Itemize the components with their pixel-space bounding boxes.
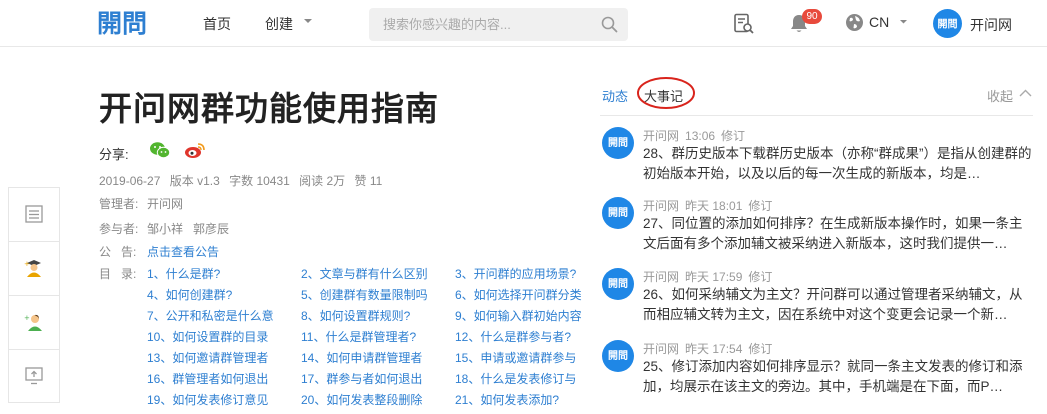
nav-home-link[interactable]: 首页: [203, 14, 231, 34]
document-search-icon[interactable]: [733, 13, 754, 34]
toc-item[interactable]: 21、如何发表添加?: [455, 391, 559, 408]
toc-item[interactable]: 19、如何发表修订意见: [147, 391, 268, 408]
avatar-logo-text: 開問: [608, 137, 628, 149]
feed-text[interactable]: 28、群历史版本下载群历史版本（亦称“群成果”）是指从创建群的初始版本开始，以及…: [643, 144, 1034, 184]
manager-label: 管理者:: [99, 197, 139, 211]
feed-author[interactable]: 开问网: [643, 129, 679, 143]
author-avatar[interactable]: 開問: [602, 340, 634, 372]
tab-dynamic[interactable]: 动态: [602, 86, 628, 105]
toc-item[interactable]: 11、什么是群管理者?: [301, 328, 416, 345]
user-name[interactable]: 开问网: [970, 15, 1012, 35]
author-avatar[interactable]: 開問: [602, 268, 634, 300]
caret-down-icon[interactable]: [898, 16, 909, 27]
author-avatar[interactable]: 開問: [602, 197, 634, 229]
toc-item[interactable]: 6、如何选择开问群分类: [455, 286, 582, 303]
feed-action: 修订: [748, 270, 773, 284]
search-box: [369, 8, 628, 41]
read-count: 阅读 2万: [299, 174, 346, 188]
notice-label: 公 告:: [99, 245, 137, 259]
toc-item[interactable]: 7、公开和私密是什么意: [147, 307, 274, 324]
article-meta: 2019-06-27 版本 v1.3 字数 10431 阅读 2万 赞 11: [99, 172, 388, 189]
feed-time: 昨天 17:54: [685, 342, 743, 356]
feed-action: 修订: [721, 129, 746, 143]
toc-item[interactable]: 1、什么是群?: [147, 265, 220, 282]
avatar-logo-text: 開問: [608, 350, 628, 362]
notification-count-badge: 90: [802, 9, 822, 24]
language-selector[interactable]: CN: [869, 14, 889, 30]
participant-apply-button[interactable]: +: [9, 296, 59, 350]
feed-text[interactable]: 26、如何采纳辅文为主文？开问群可以通过管理者采纳辅文，从而相应辅文转为主文，因…: [643, 285, 1034, 325]
feed-item-header: 开问网 昨天 17:54 修订: [643, 340, 778, 357]
feed-item-header: 开问网 昨天 18:01 修订: [643, 197, 778, 214]
globe-icon[interactable]: [845, 13, 864, 32]
feed-text[interactable]: 27、同位置的添加如何排序？在生成新版本操作时，如果一条主文后面有多个添加辅文被…: [643, 214, 1034, 254]
search-icon[interactable]: [601, 16, 618, 33]
word-count: 字数 10431: [229, 174, 290, 188]
article-title: 开问网群功能使用指南: [99, 89, 439, 128]
toc-item[interactable]: 5、创建群有数量限制吗: [301, 286, 428, 303]
avatar-logo-text: 開問: [608, 207, 628, 219]
kaiwen-logo[interactable]: 開問: [97, 8, 159, 38]
share-label: 分享:: [99, 147, 129, 162]
view-notice-link[interactable]: 点击查看公告: [147, 243, 219, 260]
feed-time: 昨天 18:01: [685, 199, 743, 213]
toc-item[interactable]: 16、群管理者如何退出: [147, 370, 268, 387]
toc-item[interactable]: 18、什么是发表修订与: [455, 370, 576, 387]
toc-item[interactable]: 9、如何输入群初始内容: [455, 307, 582, 324]
toc-item[interactable]: 12、什么是群参与者?: [455, 328, 571, 345]
nav-create-menu[interactable]: 创建: [265, 14, 293, 34]
svg-text:+: +: [24, 260, 30, 268]
catalog-button[interactable]: [9, 188, 59, 242]
feed-item-header: 开问网 13:06 修订: [643, 127, 751, 144]
toc-item[interactable]: 14、如何申请群管理者: [301, 349, 422, 366]
svg-text:+: +: [24, 314, 30, 322]
toc-item[interactable]: 20、如何发表整段删除: [301, 391, 422, 408]
export-icon: [25, 367, 43, 385]
feed-author[interactable]: 开问网: [643, 342, 679, 356]
feed-author[interactable]: 开问网: [643, 270, 679, 284]
toc-item[interactable]: 2、文章与群有什么区别: [301, 265, 428, 282]
toc-item[interactable]: 3、开问群的应用场景?: [455, 265, 576, 282]
search-input[interactable]: [383, 15, 593, 33]
weibo-icon[interactable]: [184, 141, 206, 159]
annotation-circle: [637, 77, 695, 109]
feed-time: 13:06: [685, 129, 716, 143]
export-button[interactable]: [9, 350, 59, 404]
toc-label: 目 录:: [99, 267, 137, 281]
user-avatar[interactable]: 開問: [933, 9, 962, 38]
feed-time: 昨天 17:59: [685, 270, 743, 284]
user-add-icon: +: [24, 314, 42, 331]
top-navigation-bar: 開問 首页 创建 90 CN 開問 开问网: [0, 0, 1047, 47]
participants-value[interactable]: 邹小祥 郭彦辰: [147, 220, 229, 237]
avatar-logo-text: 開問: [608, 278, 628, 290]
side-toolbar: + +: [8, 187, 60, 403]
author-avatar[interactable]: 開問: [602, 127, 634, 159]
teacher-icon: +: [24, 260, 41, 277]
feed-action: 修订: [748, 342, 773, 356]
version: 版本 v1.3: [169, 174, 220, 188]
toc-item[interactable]: 13、如何邀请群管理者: [147, 349, 268, 366]
toc-item[interactable]: 4、如何创建群?: [147, 286, 232, 303]
list-icon: [25, 205, 43, 223]
like-count: 赞 11: [354, 174, 383, 188]
chevron-up-icon[interactable]: [1019, 88, 1032, 98]
toc-item[interactable]: 17、群参与者如何退出: [301, 370, 422, 387]
feed-text[interactable]: 25、修订添加内容如何排序显示？就同一条主文发表的修订和添加，均展示在该主文的旁…: [643, 357, 1034, 397]
manager-value[interactable]: 开问网: [147, 195, 183, 212]
toc-item[interactable]: 15、申请或邀请群参与: [455, 349, 576, 366]
feed-action: 修订: [748, 199, 773, 213]
feed-item-header: 开问网 昨天 17:59 修订: [643, 268, 778, 285]
panel-divider: [600, 115, 1033, 116]
toc-item[interactable]: 10、如何设置群的目录: [147, 328, 268, 345]
publish-date: 2019-06-27: [99, 174, 161, 188]
toc-item[interactable]: 8、如何设置群规则?: [301, 307, 410, 324]
svg-text:開問: 開問: [938, 19, 958, 31]
participants-label: 参与者:: [99, 222, 139, 236]
collapse-button[interactable]: 收起: [987, 86, 1013, 105]
wechat-icon[interactable]: [149, 141, 171, 159]
caret-down-icon[interactable]: [302, 15, 314, 27]
feed-author[interactable]: 开问网: [643, 199, 679, 213]
manager-apply-button[interactable]: +: [9, 242, 59, 296]
svg-text:開問: 開問: [97, 9, 147, 38]
